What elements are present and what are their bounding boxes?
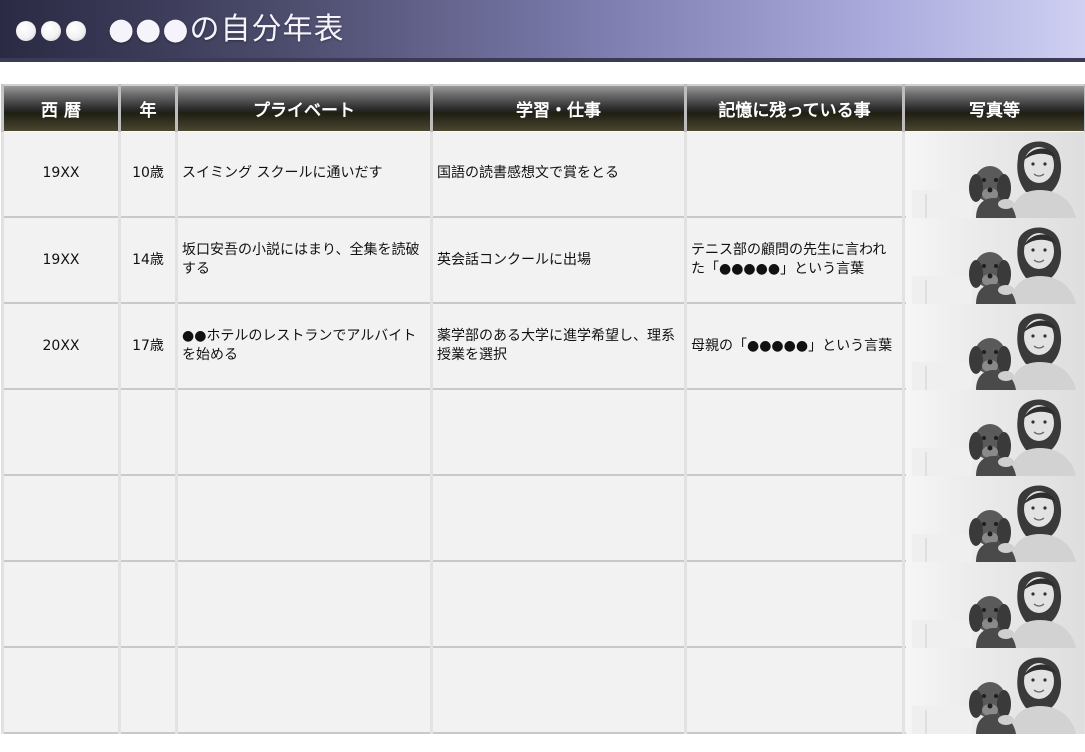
- header-private: プライベート: [175, 84, 433, 131]
- table-row: [1, 388, 1085, 476]
- table-header-row: 西 暦 年 プライベート 学習・仕事 記憶に残っている事 写真等: [1, 84, 1085, 131]
- table-row: 19XX 10歳 スイミング スクールに通いだす 国語の読書感想文で賞をとる: [1, 130, 1085, 218]
- woman-with-dog-photo: [906, 476, 1084, 562]
- header-study-work: 学習・仕事: [430, 84, 687, 131]
- year-cell: [1, 560, 121, 648]
- woman-with-dog-photo: [906, 304, 1084, 390]
- year-cell: 20XX: [1, 302, 121, 390]
- woman-with-dog-photo: [906, 131, 1084, 218]
- age-cell: 14歳: [118, 216, 178, 304]
- header-photo: 写真等: [902, 84, 1085, 131]
- timeline-table-wrap: 西 暦 年 プライベート 学習・仕事 記憶に残っている事 写真等 19XX 10歳…: [1, 84, 1085, 734]
- title-bar: ●●●の自分年表: [0, 0, 1085, 62]
- private-cell: 坂口安吾の小説にはまり、全集を読破する: [175, 216, 433, 304]
- memory-cell: [684, 474, 905, 562]
- photo-cell: [902, 560, 1085, 648]
- table-body: 19XX 10歳 スイミング スクールに通いだす 国語の読書感想文で賞をとる 19: [1, 130, 1085, 734]
- memory-cell: 母親の「●●●●●」という言葉: [684, 302, 905, 390]
- header-age: 年: [118, 84, 178, 131]
- study-work-cell: [430, 646, 687, 734]
- photo-cell: [902, 388, 1085, 476]
- header-year: 西 暦: [1, 84, 121, 131]
- private-cell: [175, 560, 433, 648]
- dot-icon: [41, 21, 61, 41]
- private-cell: ●●ホテルのレストランでアルバイトを始める: [175, 302, 433, 390]
- study-work-cell: 国語の読書感想文で賞をとる: [430, 130, 687, 218]
- header-memory: 記憶に残っている事: [684, 84, 905, 131]
- private-cell: [175, 646, 433, 734]
- woman-with-dog-photo: [906, 648, 1084, 734]
- year-cell: [1, 646, 121, 734]
- photo-cell: [902, 130, 1085, 218]
- private-cell: スイミング スクールに通いだす: [175, 130, 433, 218]
- dot-icon: [66, 21, 86, 41]
- woman-with-dog-photo: [906, 562, 1084, 648]
- study-work-cell: [430, 388, 687, 476]
- photo-cell: [902, 216, 1085, 304]
- year-cell: 19XX: [1, 216, 121, 304]
- age-cell: [118, 646, 178, 734]
- page-title: ●●●の自分年表: [108, 12, 345, 47]
- study-work-cell: [430, 474, 687, 562]
- table-row: [1, 560, 1085, 648]
- year-cell: 19XX: [1, 130, 121, 218]
- memory-cell: [684, 560, 905, 648]
- memory-cell: [684, 130, 905, 218]
- age-cell: [118, 560, 178, 648]
- table-row: [1, 646, 1085, 734]
- woman-with-dog-photo: [906, 218, 1084, 304]
- private-cell: [175, 474, 433, 562]
- study-work-cell: [430, 560, 687, 648]
- memory-cell: テニス部の顧問の先生に言われた「●●●●●」という言葉: [684, 216, 905, 304]
- age-cell: 10歳: [118, 130, 178, 218]
- photo-cell: [902, 302, 1085, 390]
- photo-cell: [902, 474, 1085, 562]
- memory-cell: [684, 388, 905, 476]
- study-work-cell: 薬学部のある大学に進学希望し、理系授業を選択: [430, 302, 687, 390]
- private-cell: [175, 388, 433, 476]
- age-cell: [118, 474, 178, 562]
- year-cell: [1, 388, 121, 476]
- timeline-table: 西 暦 年 プライベート 学習・仕事 記憶に残っている事 写真等 19XX 10歳…: [1, 84, 1085, 734]
- dot-icon: [16, 21, 36, 41]
- table-row: [1, 474, 1085, 562]
- age-cell: 17歳: [118, 302, 178, 390]
- age-cell: [118, 388, 178, 476]
- table-row: 19XX 14歳 坂口安吾の小説にはまり、全集を読破する 英会話コンクールに出場 テニス…: [1, 216, 1085, 304]
- table-row: 20XX 17歳 ●●ホテルのレストランでアルバイトを始める 薬学部のある大学に進学希…: [1, 302, 1085, 390]
- study-work-cell: 英会話コンクールに出場: [430, 216, 687, 304]
- title-dots: [16, 17, 86, 45]
- photo-cell: [902, 646, 1085, 734]
- woman-with-dog-photo: [906, 390, 1084, 476]
- year-cell: [1, 474, 121, 562]
- memory-cell: [684, 646, 905, 734]
